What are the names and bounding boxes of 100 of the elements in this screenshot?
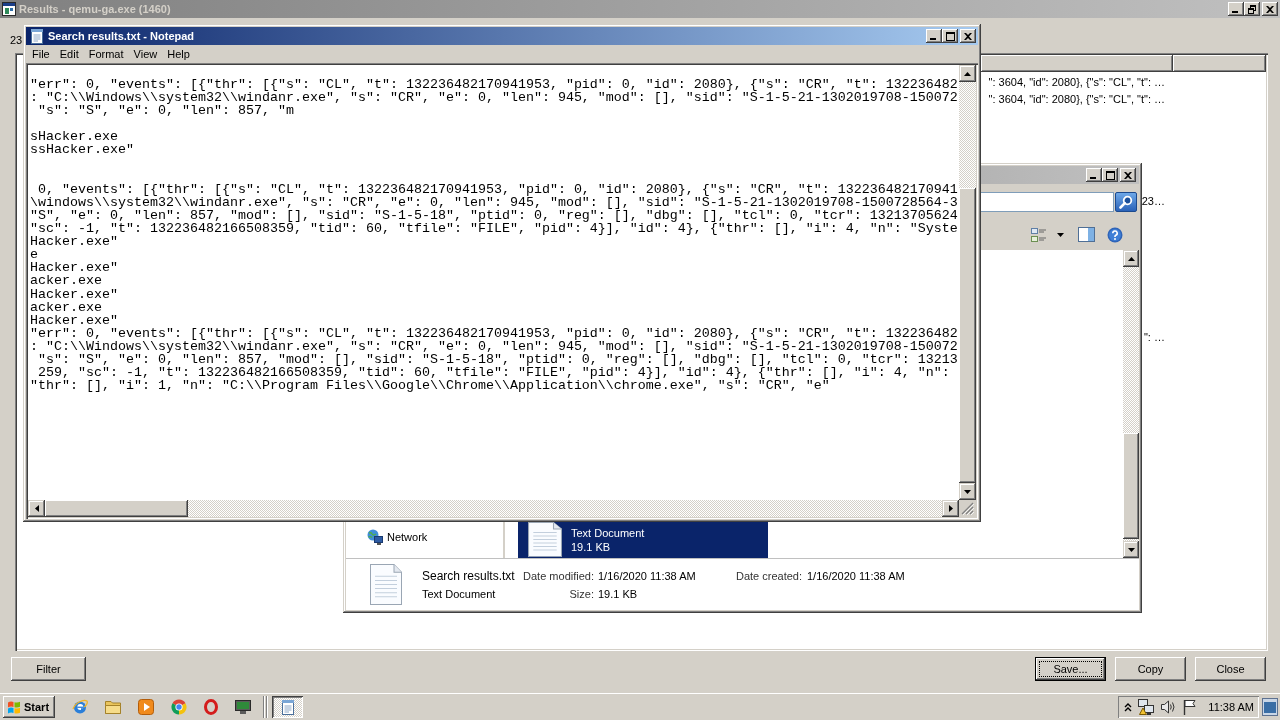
field-label: Size:: [569, 587, 594, 600]
preview-pane-icon[interactable]: [1078, 227, 1095, 242]
text-line: Hacker.exe": [30, 287, 119, 301]
start-button[interactable]: Start: [3, 696, 55, 718]
column-header[interactable]: [981, 55, 1173, 72]
close-icon: [1266, 5, 1274, 13]
scroll-thumb[interactable]: [45, 500, 188, 517]
minimize-button[interactable]: [1228, 2, 1244, 16]
document-icon: [370, 564, 402, 605]
show-desktop-icon[interactable]: [1262, 698, 1278, 716]
notepad-icon: [29, 28, 45, 44]
result-count: 23: [10, 33, 23, 47]
maximize-button[interactable]: [942, 29, 958, 43]
text-line: "err": 0, "events": [{"thr": [{"s": "CL", "t": 132236482170941953, "pid": 0, "id": 2080}, {"s": "CR", "t": 132236482: [30, 326, 959, 340]
caret-right-icon: [948, 505, 953, 512]
text-line: \windows\\system32\\windanr.exe", "s": "CR", "e": 0, "len": 945, "mod": [], "sid": "S-1-5-21-1302019708-1500728564-3: [30, 195, 959, 209]
list-cell[interactable]: ": 3604, "id": 2080}, {"s": "CL", "t": …: [987, 75, 1166, 90]
minimize-icon: [930, 38, 936, 40]
text-line: "s": "S", "e": 0, "len": 857, "m: [37, 104, 294, 118]
scroll-right-button[interactable]: [942, 500, 959, 517]
minimize-button[interactable]: [926, 29, 942, 43]
taskbar-button[interactable]: [272, 696, 303, 718]
minimize-icon: [1232, 11, 1238, 13]
field-label: Date modified:: [523, 569, 594, 582]
minimize-icon: [1090, 177, 1096, 179]
caret-down-icon: [964, 489, 971, 494]
speaker-icon[interactable]: [1160, 699, 1177, 715]
clock[interactable]: 11:38 AM: [1208, 701, 1254, 713]
text-line: "thr": [], "i": 1, "n": "C:\\Program Files\\Google\\Chrome\\Application\\chrome.exe", "s": "CR", "e": [30, 379, 830, 393]
text-line: "err": 0, "events": [{"thr": [{"s": "CL", "t": 132236482170941953, "pid": 0, "id": 2080}, {"s": "CR", "t": 132236482: [30, 78, 959, 92]
play-icon[interactable]: [138, 699, 154, 715]
scroll-thumb[interactable]: [1123, 433, 1139, 539]
network-icon: [367, 529, 383, 545]
text-line: e: [30, 248, 38, 262]
column-header[interactable]: [1173, 55, 1266, 72]
text-line: Hacker.exe": [30, 313, 119, 327]
text-area[interactable]: [28, 65, 959, 500]
file-name: Search results.txt: [422, 568, 516, 583]
nav-item[interactable]: Network: [365, 528, 432, 546]
size-grip-icon[interactable]: [961, 502, 974, 515]
segmented-circle-icon[interactable]: [171, 699, 187, 715]
scroll-up-button[interactable]: [959, 65, 976, 82]
maximize-icon: [945, 31, 955, 41]
text-line: acker.exe: [30, 300, 103, 314]
menu-item[interactable]: Edit: [54, 45, 84, 62]
save-button[interactable]: Save...: [1035, 657, 1106, 681]
copy-button[interactable]: Copy: [1115, 657, 1186, 681]
maximize-button[interactable]: [1102, 168, 1118, 182]
list-cell[interactable]: 23…: [1140, 194, 1166, 209]
computer-icon[interactable]: [235, 699, 251, 715]
text-line: : "C:\\Windows\\system32\\windanr.exe", "s": "CR", "e": 0, "len": 945, "mod": [], "sid": "S-1-5-21-1302019708-150072: [30, 91, 959, 105]
scroll-down-button[interactable]: [1123, 541, 1139, 558]
scroll-down-button[interactable]: [959, 483, 976, 500]
list-cell[interactable]: ": 3604, "id": 2080}, {"s": "CL", "t": …: [987, 92, 1166, 107]
close-button[interactable]: [960, 29, 976, 43]
search-button[interactable]: [1115, 192, 1137, 212]
restore-icon: [1248, 4, 1256, 14]
scroll-left-button[interactable]: [28, 500, 45, 517]
flag-icon[interactable]: [1182, 699, 1197, 715]
field-value: 1/16/2020 11:38 AM: [598, 569, 697, 582]
window-title: Search results.txt - Notepad: [48, 30, 195, 42]
menu-item[interactable]: Help: [162, 45, 195, 62]
scroll-thumb[interactable]: [959, 188, 976, 483]
field-label: Date created:: [736, 569, 803, 582]
maximize-icon: [1105, 170, 1115, 180]
text-line: 259, "sc": -1, "t": 132236482166508359, "tid": 60, "tfile": "FILE", "pid": 4}], "id": 4}, {"thr": [], "i": 4, "n":: [38, 366, 951, 380]
scroll-up-button[interactable]: [1123, 250, 1139, 267]
search-field[interactable]: [981, 192, 1114, 212]
text-line: acker.exe: [30, 274, 103, 288]
app-window-icon: [2, 2, 16, 16]
ring-icon[interactable]: [204, 699, 218, 715]
menu-item[interactable]: View: [128, 45, 163, 62]
network-status-icon[interactable]: [1138, 699, 1155, 715]
text-line: ssHacker.exe": [30, 143, 135, 157]
caret-down-icon: [1127, 547, 1135, 552]
close-button[interactable]: [1262, 2, 1278, 16]
filter-button[interactable]: Filter: [11, 657, 86, 681]
text-line: Hacker.exe": [30, 235, 119, 249]
minimize-button[interactable]: [1086, 168, 1102, 182]
menu-item[interactable]: File: [27, 45, 55, 62]
text-line: Hacker.exe": [30, 261, 119, 275]
folder-icon[interactable]: [105, 699, 121, 715]
close-icon: [964, 32, 972, 40]
caret-down-icon[interactable]: [1057, 232, 1064, 237]
list-cell[interactable]: ": …: [1142, 330, 1166, 345]
text-line: "S", "e": 0, "len": 857, "mod": [], "sid": "S-1-5-18", "ptid": 0, "reg": [], "dbg": [], "tcl": 0, "tcr": 13213705624: [30, 208, 959, 223]
close-button[interactable]: [1120, 168, 1136, 182]
chevron-up-icon[interactable]: [1124, 702, 1133, 712]
file-type: Text Document: [422, 587, 497, 600]
browser-icon[interactable]: [72, 699, 88, 715]
document-tile[interactable]: Text Document 19.1 KB: [518, 521, 768, 558]
list-view-icon[interactable]: [1031, 227, 1047, 242]
text-line: "s": "S", "e": 0, "len": 857, "mod": [], "sid": "S-1-5-18", "ptid": 0, "reg": [], "dbg": [], "tcl": 0, "tcr": 13213: [37, 352, 959, 367]
restore-button[interactable]: [1244, 2, 1260, 16]
start-logo-icon: [7, 700, 21, 714]
close-button[interactable]: Close: [1195, 657, 1266, 681]
help-icon[interactable]: [1107, 226, 1123, 243]
caret-up-icon: [964, 71, 971, 76]
text-line: : "C:\\Windows\\system32\\windanr.exe", "s": "CR", "e": 0, "len": 945, "mod": [], "sid": "S-1-5-21-1302019708-150072: [30, 339, 959, 353]
menu-item[interactable]: Format: [83, 45, 129, 62]
